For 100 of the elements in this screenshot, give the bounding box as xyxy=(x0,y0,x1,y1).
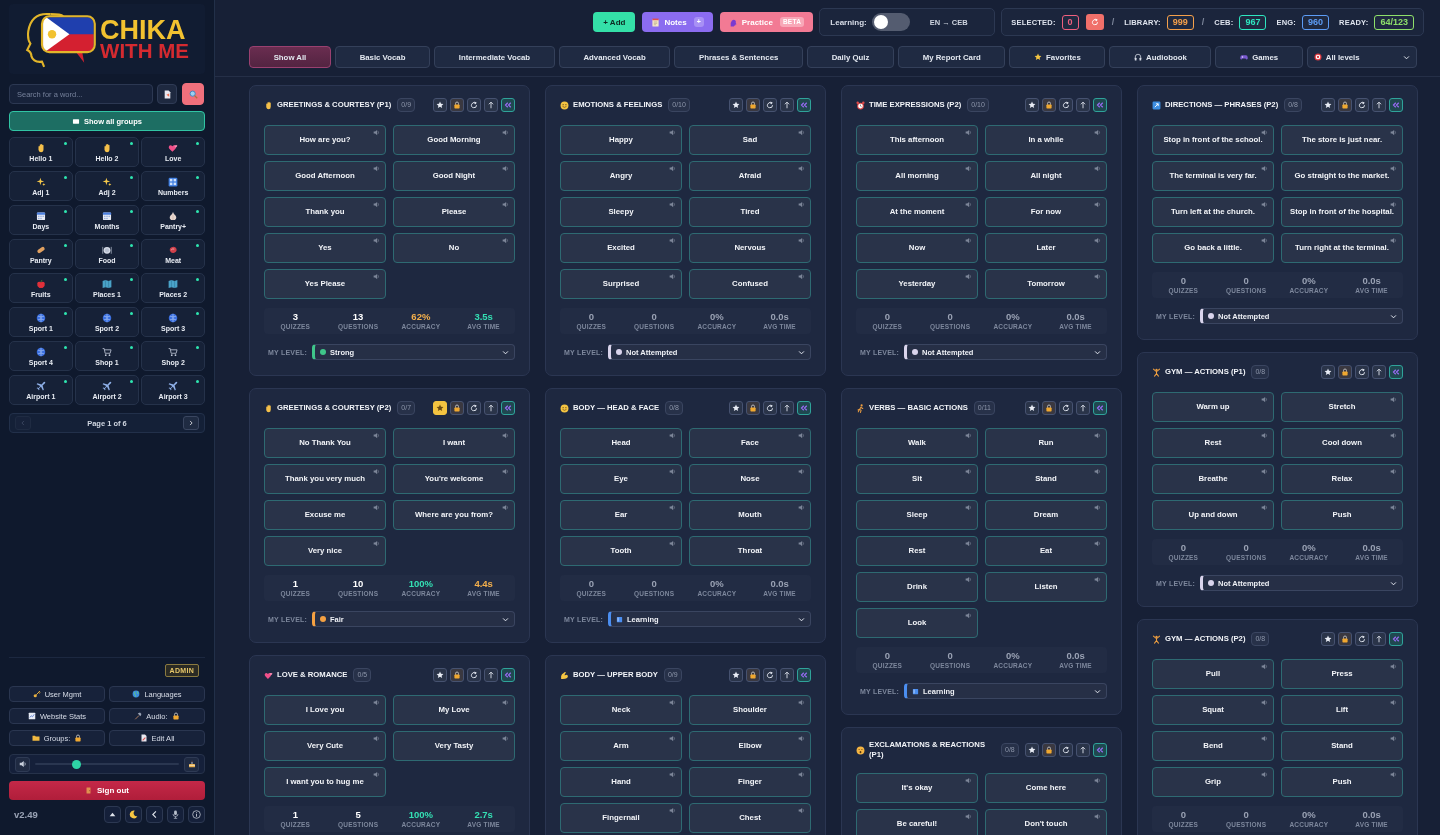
favorite-button[interactable] xyxy=(729,668,743,682)
speaker-icon xyxy=(965,576,972,583)
sparkles-icon xyxy=(102,176,112,187)
smiley-face-icon xyxy=(560,100,569,110)
collapse-button[interactable] xyxy=(146,806,163,823)
lock-button[interactable] xyxy=(746,668,760,682)
reset-button[interactable] xyxy=(763,98,777,112)
move-up-button[interactable] xyxy=(484,668,498,682)
reset-button[interactable] xyxy=(763,401,777,415)
star-icon xyxy=(732,671,740,679)
move-up-button[interactable] xyxy=(780,401,794,415)
move-up-button[interactable] xyxy=(780,98,794,112)
favorite-button[interactable] xyxy=(1321,632,1335,646)
lock-icon xyxy=(1045,101,1053,109)
lock-button[interactable] xyxy=(1042,98,1056,112)
up-button[interactable] xyxy=(104,806,121,823)
mute-button[interactable] xyxy=(15,756,30,772)
favorite-button[interactable] xyxy=(1025,401,1039,415)
speaker-icon xyxy=(965,540,972,547)
expand-button[interactable] xyxy=(1389,365,1403,379)
expand-button[interactable] xyxy=(797,401,811,415)
expand-button[interactable] xyxy=(501,98,515,112)
logo-title: CHIKA xyxy=(100,17,186,42)
move-up-button[interactable] xyxy=(1076,743,1090,757)
expand-button[interactable] xyxy=(1389,632,1403,646)
expand-button[interactable] xyxy=(1093,743,1107,757)
reset-button[interactable] xyxy=(1355,365,1369,379)
expand-button[interactable] xyxy=(501,668,515,682)
speaker-icon xyxy=(965,813,972,820)
up-arrow-icon xyxy=(1375,368,1383,376)
lock-button[interactable] xyxy=(450,668,464,682)
favorite-button[interactable] xyxy=(433,98,447,112)
lock-button[interactable] xyxy=(1338,632,1352,646)
double-chevron-icon xyxy=(800,404,808,412)
version-label: v2.49 xyxy=(14,809,38,820)
reset-button[interactable] xyxy=(467,401,481,415)
reset-button[interactable] xyxy=(1059,401,1073,415)
learning-toggle[interactable] xyxy=(871,13,910,31)
lock-button[interactable] xyxy=(1042,401,1056,415)
speaker-icon xyxy=(502,735,509,742)
refresh-icon xyxy=(470,671,478,679)
expand-button[interactable] xyxy=(1093,401,1107,415)
move-up-button[interactable] xyxy=(1372,365,1386,379)
reset-button[interactable] xyxy=(1059,743,1073,757)
sign-out-button[interactable]: Sign out xyxy=(9,781,205,800)
microphone-button[interactable] xyxy=(167,806,184,823)
favorite-button[interactable] xyxy=(729,98,743,112)
speaker-icon xyxy=(373,504,380,511)
reset-button[interactable] xyxy=(1059,98,1073,112)
move-up-button[interactable] xyxy=(484,401,498,415)
lock-button[interactable] xyxy=(1338,365,1352,379)
speaker-icon xyxy=(1261,201,1268,208)
favorite-button[interactable] xyxy=(729,401,743,415)
reset-button[interactable] xyxy=(763,668,777,682)
plate-icon xyxy=(102,244,112,255)
expand-button[interactable] xyxy=(1389,98,1403,112)
reset-selection-button[interactable] xyxy=(1085,14,1104,30)
move-up-button[interactable] xyxy=(484,98,498,112)
cart-icon xyxy=(102,346,112,357)
lock-button[interactable] xyxy=(746,98,760,112)
move-up-button[interactable] xyxy=(1372,632,1386,646)
counter-value: 999 xyxy=(1166,14,1194,30)
favorite-button[interactable] xyxy=(433,668,447,682)
document-button[interactable] xyxy=(157,84,177,104)
volume-thumb[interactable] xyxy=(72,759,82,769)
speaker-icon xyxy=(1390,663,1397,670)
lock-button[interactable] xyxy=(450,98,464,112)
speaker-icon xyxy=(1094,576,1101,583)
reset-button[interactable] xyxy=(467,98,481,112)
lock-button[interactable] xyxy=(1338,98,1352,112)
favorite-button[interactable] xyxy=(1321,98,1335,112)
ball-icon xyxy=(35,346,46,357)
reset-button[interactable] xyxy=(1355,98,1369,112)
reset-button[interactable] xyxy=(467,668,481,682)
expand-button[interactable] xyxy=(1093,98,1107,112)
favorite-button[interactable] xyxy=(1025,743,1039,757)
cake-button[interactable] xyxy=(184,756,199,772)
expand-button[interactable] xyxy=(797,98,811,112)
move-up-button[interactable] xyxy=(1076,401,1090,415)
up-arrow-icon xyxy=(1079,101,1087,109)
lock-button[interactable] xyxy=(746,401,760,415)
reset-button[interactable] xyxy=(1355,632,1369,646)
info-button[interactable] xyxy=(188,806,205,823)
speaker-icon xyxy=(1390,699,1397,706)
move-up-button[interactable] xyxy=(1372,98,1386,112)
favorite-button[interactable] xyxy=(1025,98,1039,112)
move-up-button[interactable] xyxy=(1076,98,1090,112)
expand-button[interactable] xyxy=(797,668,811,682)
search-button[interactable] xyxy=(182,83,204,105)
favorite-button[interactable] xyxy=(1321,365,1335,379)
globe-icon xyxy=(132,690,141,698)
lock-button[interactable] xyxy=(1042,743,1056,757)
add-button[interactable]: + Add xyxy=(593,12,636,32)
speaker-icon xyxy=(798,237,805,244)
theme-button[interactable] xyxy=(125,806,142,823)
refresh-icon xyxy=(470,101,478,109)
expand-button[interactable] xyxy=(501,401,515,415)
speaker-icon xyxy=(1261,735,1268,742)
lock-button[interactable] xyxy=(450,401,464,415)
move-up-button[interactable] xyxy=(780,668,794,682)
